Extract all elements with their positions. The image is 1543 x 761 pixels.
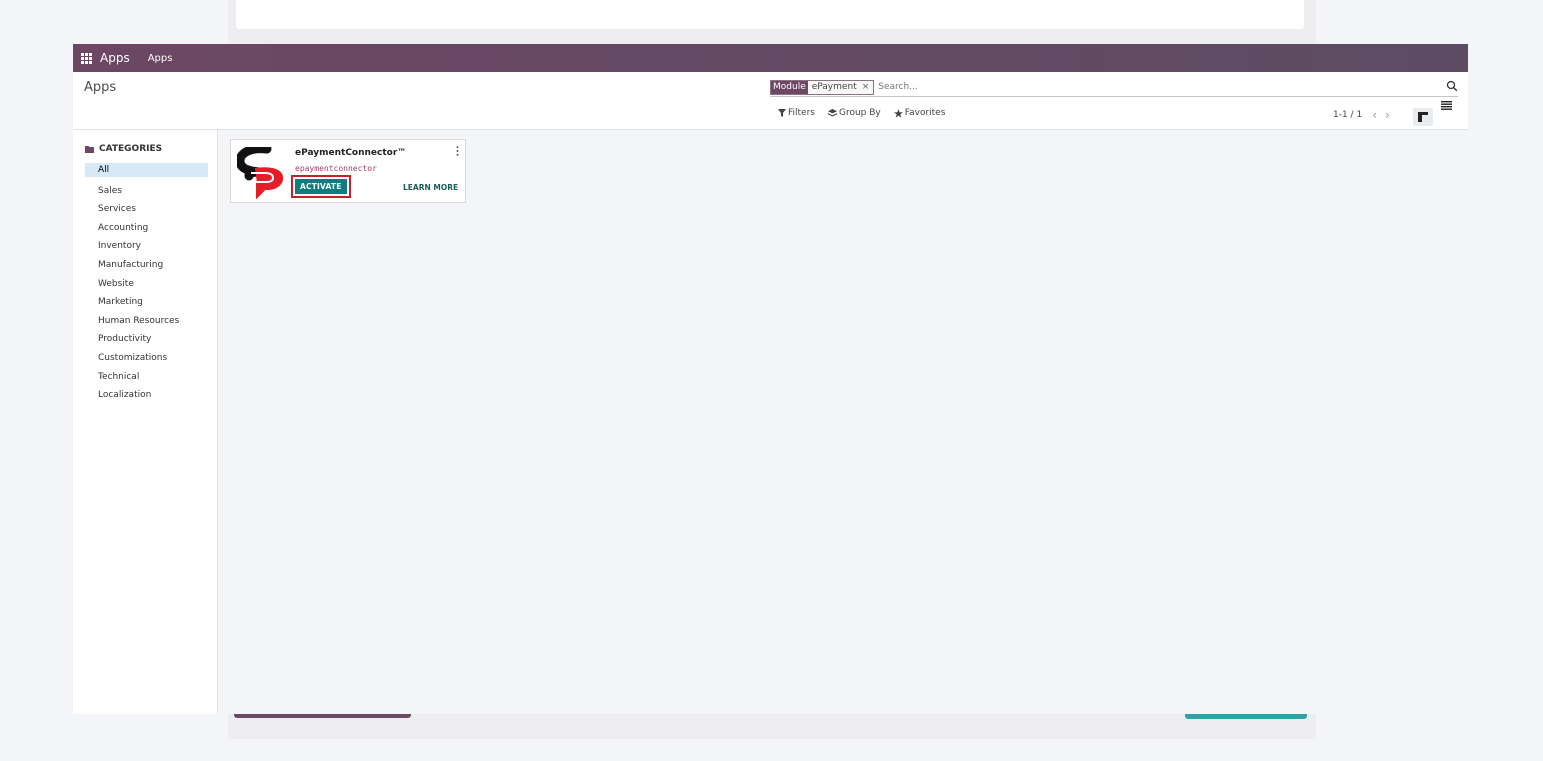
- group-by-button[interactable]: Group By: [827, 108, 881, 118]
- pager-prev-icon[interactable]: ‹: [1372, 108, 1377, 122]
- control-panel: Apps Module ePayment × Filters: [73, 72, 1468, 130]
- pager: 1-1 / 1 ‹ ›: [1333, 108, 1398, 122]
- app-logo: [237, 147, 284, 199]
- category-accounting[interactable]: Accounting: [85, 219, 208, 238]
- search-bar: Module ePayment ×: [770, 78, 1458, 97]
- category-human-resources[interactable]: Human Resources: [85, 312, 208, 331]
- background-button-right: [1185, 714, 1307, 719]
- top-navbar: Apps Apps: [73, 44, 1468, 72]
- pager-next-icon[interactable]: ›: [1385, 108, 1390, 122]
- app-card[interactable]: ePaymentConnector™ epaymentconnector ACT…: [230, 139, 466, 203]
- app-title: ePaymentConnector™: [295, 148, 407, 158]
- breadcrumb: Apps: [84, 80, 117, 95]
- search-icon[interactable]: [1446, 80, 1458, 92]
- filters-button[interactable]: Filters: [778, 108, 815, 118]
- category-all[interactable]: All: [85, 163, 208, 177]
- category-productivity[interactable]: Productivity: [85, 330, 208, 349]
- category-manufacturing[interactable]: Manufacturing: [85, 256, 208, 275]
- favorites-button[interactable]: Favorites: [893, 108, 946, 118]
- category-services[interactable]: Services: [85, 200, 208, 219]
- layers-icon: [827, 109, 837, 117]
- category-inventory[interactable]: Inventory: [85, 237, 208, 256]
- background-button-left: [234, 714, 411, 718]
- kanban-view: ePaymentConnector™ epaymentconnector ACT…: [230, 139, 466, 203]
- facet-label: Module: [771, 80, 808, 94]
- filters-label: Filters: [788, 108, 815, 118]
- category-technical[interactable]: Technical: [85, 368, 208, 387]
- favorites-label: Favorites: [904, 108, 946, 118]
- main-content: CATEGORIES All Sales Services Accounting…: [73, 130, 1468, 714]
- list-icon: [1440, 100, 1452, 110]
- categories-panel: CATEGORIES All Sales Services Accounting…: [73, 130, 218, 714]
- pager-value[interactable]: 1-1 / 1: [1333, 110, 1362, 120]
- category-customizations[interactable]: Customizations: [85, 349, 208, 368]
- categories-header: CATEGORIES: [85, 144, 162, 154]
- star-icon: [893, 108, 903, 118]
- category-marketing[interactable]: Marketing: [85, 293, 208, 312]
- app-technical-name: epaymentconnector: [295, 164, 377, 173]
- activate-button[interactable]: ACTIVATE: [294, 178, 348, 195]
- folder-icon: [85, 145, 94, 153]
- search-facet: Module ePayment ×: [770, 79, 875, 95]
- activate-highlight: ACTIVATE: [291, 175, 351, 198]
- kanban-view-button[interactable]: [1413, 108, 1433, 126]
- apps-window: Apps Apps Apps Module ePayment × Filters: [73, 44, 1468, 714]
- list-view-button[interactable]: [1436, 96, 1456, 114]
- categories-title: CATEGORIES: [99, 144, 163, 154]
- more-options-icon[interactable]: [456, 146, 459, 156]
- filter-icon: [778, 109, 786, 117]
- search-options: Filters Group By Favorites: [778, 108, 958, 118]
- background-panel: [236, 0, 1304, 29]
- app-grid-icon[interactable]: [81, 52, 92, 64]
- facet-value: ePayment ×: [807, 80, 874, 94]
- navbar-menu-apps[interactable]: Apps: [148, 53, 173, 64]
- category-website[interactable]: Website: [85, 275, 208, 294]
- category-sales[interactable]: Sales: [85, 182, 208, 201]
- kanban-icon: [1418, 112, 1428, 122]
- categories-list: All Sales Services Accounting Inventory …: [85, 163, 208, 405]
- learn-more-link[interactable]: LEARN MORE: [403, 183, 458, 192]
- navbar-brand[interactable]: Apps: [100, 51, 130, 65]
- facet-remove-icon[interactable]: ×: [862, 82, 870, 92]
- group-by-label: Group By: [838, 108, 881, 118]
- facet-value-text: ePayment: [811, 82, 857, 92]
- search-input[interactable]: [878, 82, 1439, 92]
- category-localization[interactable]: Localization: [85, 386, 208, 405]
